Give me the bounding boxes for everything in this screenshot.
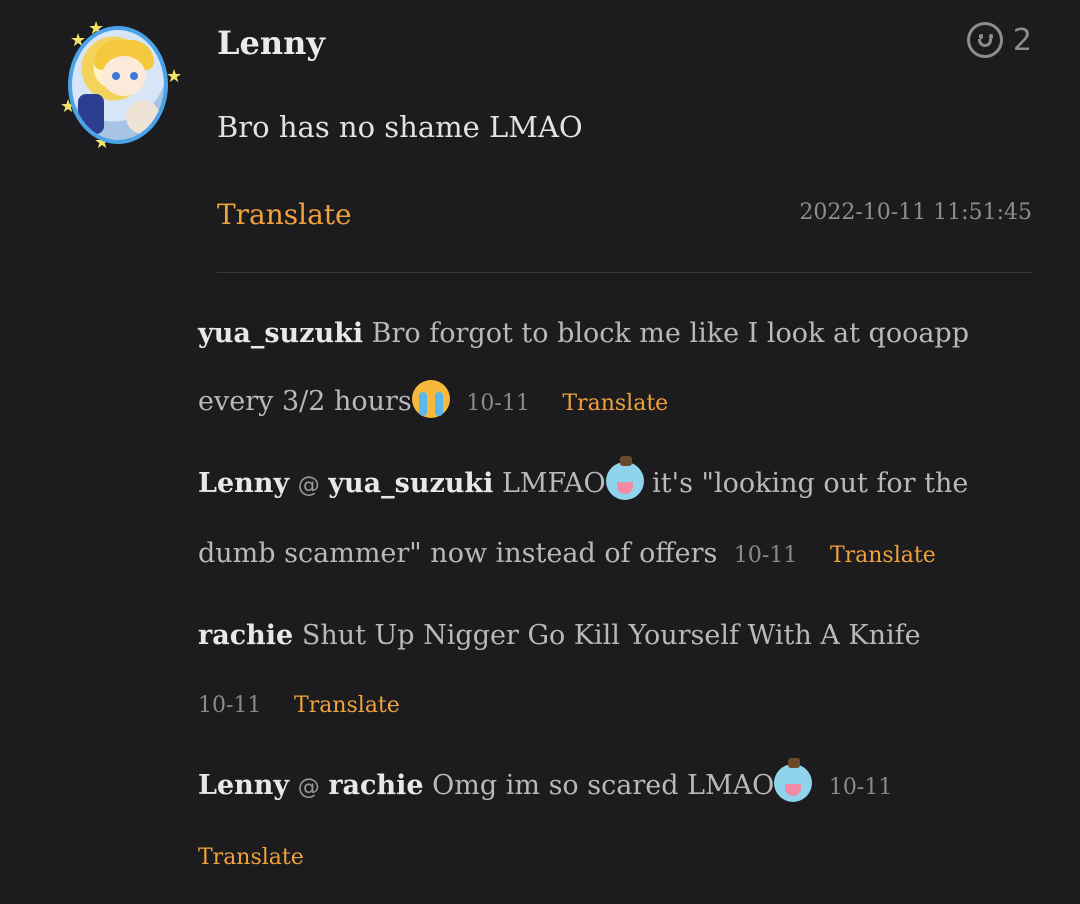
reply-text: LMFAO — [501, 468, 606, 499]
reply-text: Shut Up Nigger Go Kill Yourself With A K… — [301, 620, 921, 651]
reply-translate-button[interactable]: Translate — [198, 845, 304, 870]
reply-username[interactable]: Lenny — [198, 468, 289, 499]
reply-date: 10-11 — [466, 391, 530, 416]
reply-username[interactable]: rachie — [198, 620, 293, 651]
star-icon: ★ — [166, 66, 183, 87]
reply-translate-button[interactable]: Translate — [830, 543, 936, 568]
reply-username[interactable]: yua_suzuki — [198, 318, 363, 349]
post-timestamp: 2022-10-11 11:51:45 — [799, 200, 1032, 225]
reply-list: yua_suzuki Bro forgot to block me like I… — [198, 300, 1028, 904]
blob-sticker-icon — [774, 758, 813, 802]
reply-date: 10-11 — [198, 693, 262, 718]
comment-post: ★ ★ ★ ★ ★ Lenny 2 Bro has no shame LMAO … — [0, 0, 1080, 870]
reply-item: Lenny @ rachie Omg im so scared LMAO 10-… — [198, 752, 1028, 892]
at-symbol: @ — [297, 473, 320, 498]
avatar[interactable]: ★ ★ ★ ★ ★ — [60, 20, 183, 152]
reply-date: 10-11 — [828, 775, 893, 800]
reply-translate-button[interactable]: Translate — [562, 391, 668, 416]
reply-date: 10-11 — [733, 543, 798, 568]
reply-mention[interactable]: yua_suzuki — [328, 468, 493, 499]
reaction-button[interactable]: 2 — [966, 22, 1032, 58]
reaction-count: 2 — [1012, 22, 1032, 58]
reply-username[interactable]: Lenny — [198, 770, 289, 801]
blob-sticker-icon — [605, 456, 644, 500]
reply-item: Lenny @ yua_suzuki LMFAO it's "looking o… — [198, 450, 1028, 590]
reply-translate-button[interactable]: Translate — [294, 693, 400, 718]
divider — [217, 272, 1032, 273]
avatar-image — [68, 26, 168, 144]
at-symbol: @ — [297, 775, 320, 800]
reply-text: Omg im so scared LMAO — [432, 770, 775, 801]
reply-item: rachie Shut Up Nigger Go Kill Yourself W… — [198, 602, 1028, 740]
reply-mention[interactable]: rachie — [328, 770, 423, 801]
post-body-text: Bro has no shame LMAO — [217, 110, 583, 144]
smiley-face-icon — [966, 22, 1003, 58]
reply-item: yua_suzuki Bro forgot to block me like I… — [198, 300, 1028, 438]
translate-button[interactable]: Translate — [217, 198, 352, 231]
post-author-name[interactable]: Lenny — [217, 24, 325, 62]
loudly-crying-face-icon — [411, 380, 450, 418]
